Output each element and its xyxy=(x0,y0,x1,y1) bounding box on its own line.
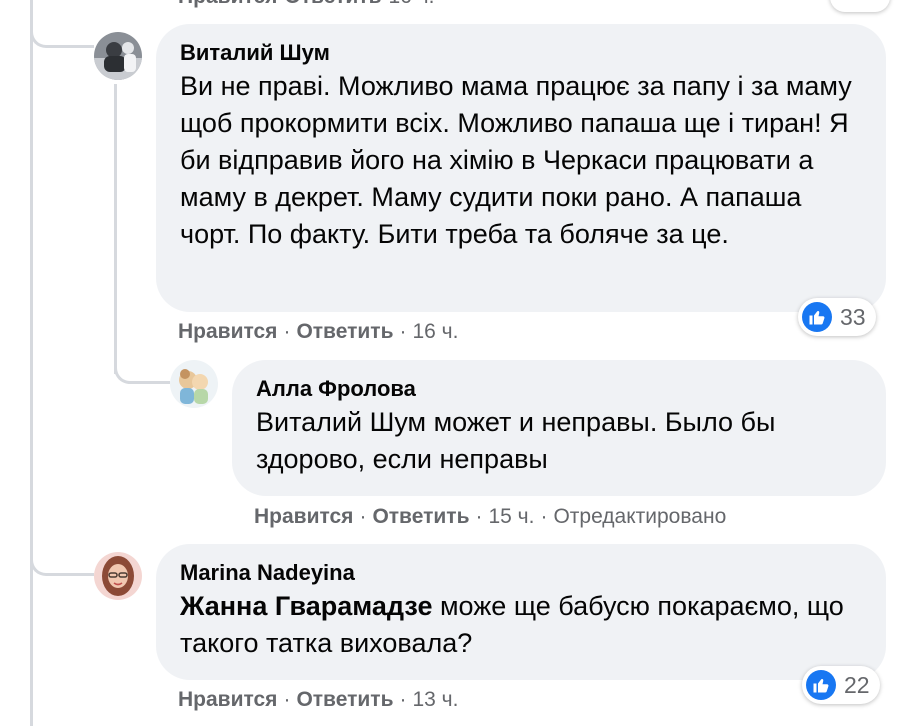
comment-author[interactable]: Marina Nadeyina xyxy=(180,558,862,588)
comment-time[interactable]: 13 ч. xyxy=(412,688,458,711)
like-thumbs-up-icon xyxy=(806,670,836,700)
reply-link[interactable]: Ответить xyxy=(284,0,381,8)
reaction-count: 22 xyxy=(844,671,870,698)
comment-text: Жанна Гварамадзе може ще бабусю покараєм… xyxy=(180,588,862,662)
like-link[interactable]: Нравится xyxy=(254,505,353,528)
previous-comment-actions: Нравится·Ответить·16 ч. xyxy=(178,0,434,10)
comment-bubble: Виталий Шум Ви не праві. Можливо мама пр… xyxy=(156,24,886,312)
comment-bubble: Алла Фролова Виталий Шум может и неправы… xyxy=(232,360,886,496)
user-photo-icon xyxy=(94,552,142,600)
reply-link[interactable]: Ответить xyxy=(296,688,393,711)
avatar[interactable] xyxy=(94,552,142,600)
reaction-badge[interactable]: 33 xyxy=(798,298,876,336)
comment-time[interactable]: 16 ч. xyxy=(388,0,434,8)
thread-connector-3 xyxy=(30,520,94,576)
reply-link[interactable]: Ответить xyxy=(296,320,393,343)
avatar[interactable] xyxy=(94,32,142,80)
comment-actions: Нравится · Ответить · 16 ч. xyxy=(178,320,459,343)
comment-actions: Нравится · Ответить · 13 ч. xyxy=(178,688,459,711)
comment-bubble: Marina Nadeyina Жанна Гварамадзе може ще… xyxy=(156,544,886,680)
avatar[interactable] xyxy=(170,360,218,408)
thread-connector-2 xyxy=(114,330,170,384)
comment-text: Виталий Шум может и неправы. Было бы здо… xyxy=(256,407,776,474)
comment-author[interactable]: Алла Фролова xyxy=(256,374,862,404)
user-photo-icon xyxy=(94,32,142,80)
comment-author[interactable]: Виталий Шум xyxy=(180,38,862,68)
like-link[interactable]: Нравится xyxy=(178,320,277,343)
like-link[interactable]: Нравится xyxy=(178,688,277,711)
thread-connector-1 xyxy=(30,0,94,48)
edited-label[interactable]: Отредактировано xyxy=(553,505,726,528)
comment-time[interactable]: 16 ч. xyxy=(412,320,458,343)
reply-link[interactable]: Ответить xyxy=(372,505,469,528)
comment-time[interactable]: 15 ч. xyxy=(488,505,534,528)
thread-line-main xyxy=(30,0,33,726)
reaction-badge[interactable]: 22 xyxy=(802,666,880,704)
like-link[interactable]: Нравится xyxy=(178,0,277,8)
user-photo-icon xyxy=(170,360,218,408)
mention-link[interactable]: Жанна Гварамадзе xyxy=(180,591,432,621)
reaction-count: 33 xyxy=(840,303,866,330)
previous-reaction-badge[interactable] xyxy=(830,0,890,12)
like-thumbs-up-icon xyxy=(802,302,832,332)
comment-actions: Нравится · Ответить · 15 ч. · Отредактировано xyxy=(254,505,727,528)
comment-text: Ви не праві. Можливо мама працює за папу… xyxy=(180,71,852,249)
